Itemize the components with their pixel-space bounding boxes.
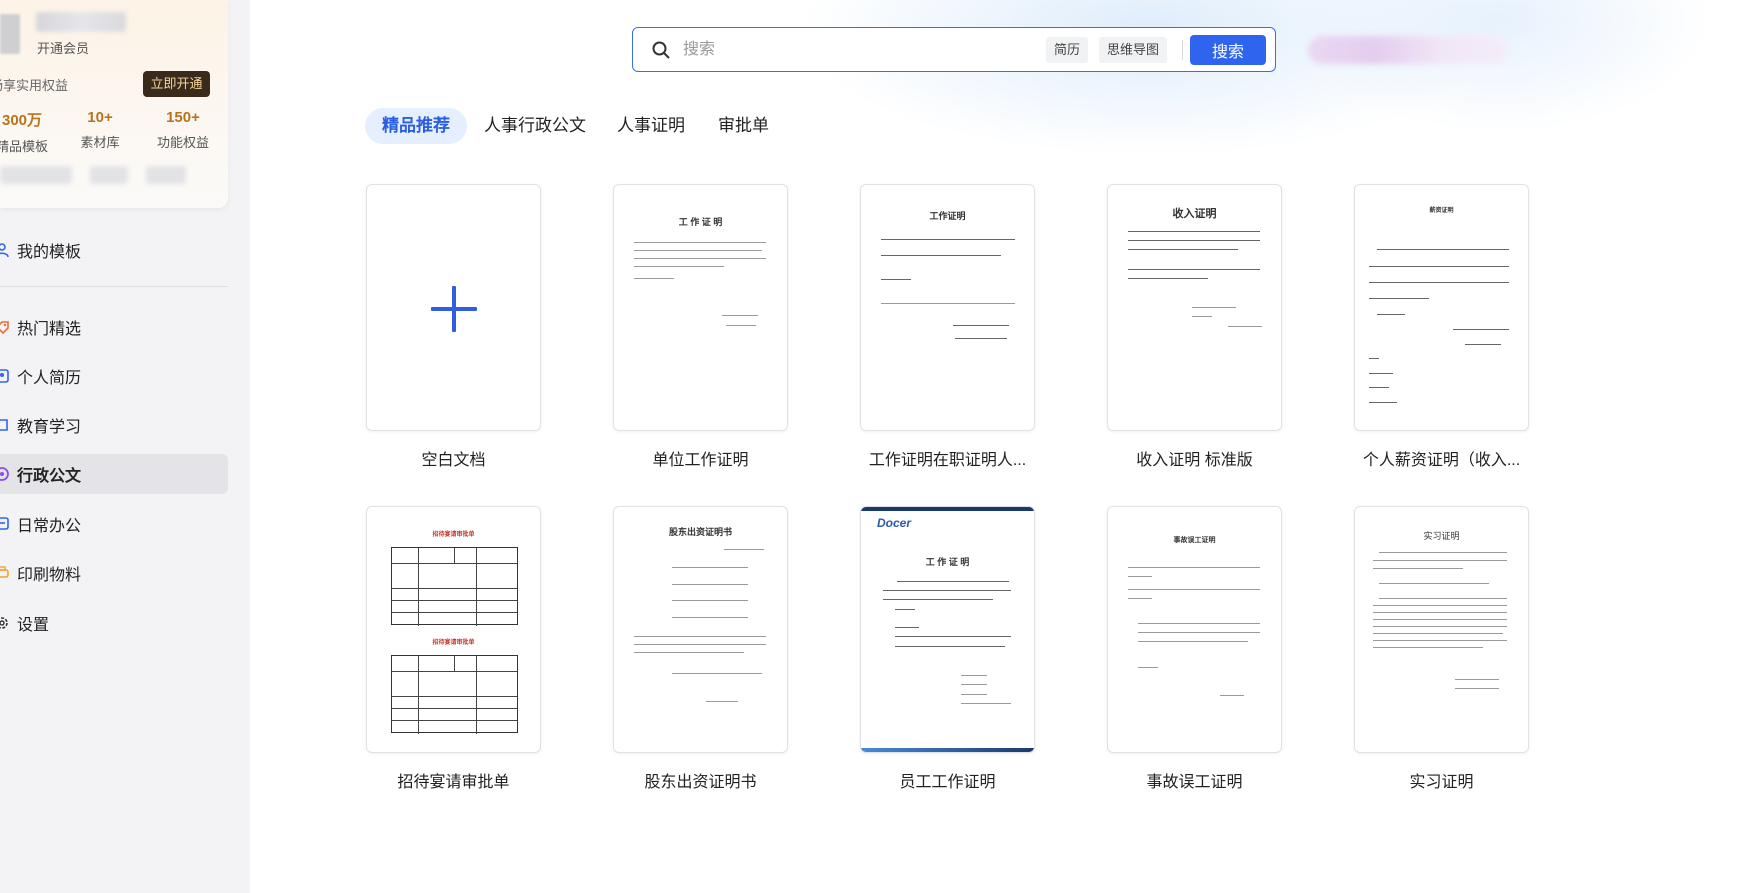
sidebar-item-label: 我的模板 [17,244,82,261]
sidebar-item-education[interactable]: 教育学习 [0,405,228,445]
member-card: 开通会员 畅享实用权益 立即开通 300万 精品模板 10+ 素材库 150+ … [0,0,228,208]
gear-icon [0,615,10,631]
sidebar-item-settings[interactable]: 设置 [0,603,228,643]
sidebar-item-label: 行政公文 [17,468,82,485]
sidebar-item-admin-docs[interactable]: 行政公文 [0,454,228,494]
template-label[interactable]: 个人薪资证明（收入... [1334,446,1549,470]
sidebar-item-label: 热门精选 [17,321,82,338]
sidebar: 开通会员 畅享实用权益 立即开通 300万 精品模板 10+ 素材库 150+ … [0,0,250,893]
sidebar-item-label: 个人简历 [17,370,82,387]
stat-number: 300万 [1,112,43,129]
thumbnail-table [391,547,518,626]
search-input[interactable] [683,36,1033,64]
member-label: 开通会员 [37,41,90,56]
template-thumbnail[interactable] [366,184,541,431]
search-chip-mindmap[interactable]: 思维导图 [1099,37,1168,63]
docer-logo: Docer [877,516,912,530]
sidebar-item-label: 印刷物料 [17,567,82,584]
template-thumbnail[interactable]: 实习证明 [1354,506,1529,753]
blurred-content [90,166,128,184]
stat-number: 10+ [87,109,113,126]
template-label[interactable]: 员工工作证明 [840,768,1055,792]
template-label[interactable]: 实习证明 [1334,768,1549,792]
thumbnail-title: 薪资证明 [1429,208,1454,214]
template-thumbnail[interactable]: 招待宴请审批单 招待宴请审批单 [366,506,541,753]
sidebar-item-label: 设置 [17,617,50,634]
thumbnail-title: 招待宴请审批单 [432,640,475,646]
main-content: 简历 思维导图 搜索 精品推荐 人事行政公文 人事证明 审批单 空白文档 工 作… [250,0,1746,893]
search-button[interactable]: 搜索 [1190,35,1266,65]
sidebar-item-office[interactable]: 日常办公 [0,504,228,544]
template-label[interactable]: 事故误工证明 [1087,768,1302,792]
thumbnail-title: 事故误工证明 [1173,537,1216,544]
template-label[interactable]: 招待宴请审批单 [346,768,561,792]
template-label[interactable]: 收入证明 标准版 [1087,446,1302,470]
template-thumbnail[interactable]: 股东出资证明书 [613,506,788,753]
stat-label: 功能权益 [156,135,209,150]
template-thumbnail[interactable]: 工作证明 [860,184,1035,431]
stat-label: 精品模板 [0,139,48,154]
template-label[interactable]: 股东出资证明书 [593,768,808,792]
sidebar-item-label: 日常办公 [17,518,82,535]
user-info-blurred[interactable] [1308,36,1508,64]
template-label[interactable]: 工作证明在职证明人... [840,446,1055,470]
sidebar-item-my-templates[interactable]: 我的模板 [0,230,228,270]
divider [1182,40,1183,60]
thumbnail-table [391,655,518,734]
thumbnail-title: 收入证明 [1172,208,1217,220]
search-icon [651,40,671,60]
tab-approval-forms[interactable]: 审批单 [718,108,769,144]
member-benefit-text: 畅享实用权益 [0,78,69,93]
avatar[interactable] [0,14,20,54]
open-membership-button[interactable]: 立即开通 [143,71,210,97]
username-blurred [36,12,126,32]
sidebar-item-hot[interactable]: 热门精选 [0,307,228,347]
office-icon [0,516,10,532]
sidebar-item-resume[interactable]: 个人简历 [0,356,228,396]
template-label[interactable]: 空白文档 [346,446,561,470]
tab-featured[interactable]: 精品推荐 [365,108,467,144]
sidebar-item-print[interactable]: 印刷物料 [0,553,228,593]
template-label[interactable]: 单位工作证明 [593,446,808,470]
template-thumbnail[interactable]: Docer 工 作 证 明 [860,506,1035,753]
stat-label: 素材库 [80,135,120,150]
blurred-content [146,166,186,184]
resume-icon [0,368,10,384]
book-icon [0,417,10,433]
thumbnail-title: 工 作 证 明 [925,557,970,567]
stat-templates: 300万 精品模板 [0,109,62,155]
sidebar-item-label: 教育学习 [17,419,82,436]
thumbnail-title: 股东出资证明书 [668,527,732,537]
template-thumbnail[interactable]: 收入证明 [1107,184,1282,431]
divider [0,286,228,287]
tab-hr-admin-docs[interactable]: 人事行政公文 [484,108,586,144]
template-thumbnail[interactable]: 事故误工证明 [1107,506,1282,753]
fire-tag-icon [0,319,10,335]
template-thumbnail[interactable]: 工 作 证 明 [613,184,788,431]
blurred-content [0,166,72,184]
tab-hr-certificates[interactable]: 人事证明 [617,108,685,144]
document-icon [0,466,10,482]
thumbnail-title: 工作证明 [929,211,966,221]
search-bar: 简历 思维导图 搜索 [632,27,1276,72]
stat-number: 150+ [166,109,200,126]
stat-features: 150+ 功能权益 [143,109,223,151]
thumbnail-title: 招待宴请审批单 [432,532,475,538]
thumbnail-title: 工 作 证 明 [678,217,723,227]
user-icon [0,242,10,258]
print-icon [0,565,10,581]
thumbnail-title: 实习证明 [1423,531,1460,541]
stat-materials: 10+ 素材库 [60,109,140,151]
search-chip-resume[interactable]: 简历 [1046,37,1089,63]
template-thumbnail[interactable]: 薪资证明 [1354,184,1529,431]
